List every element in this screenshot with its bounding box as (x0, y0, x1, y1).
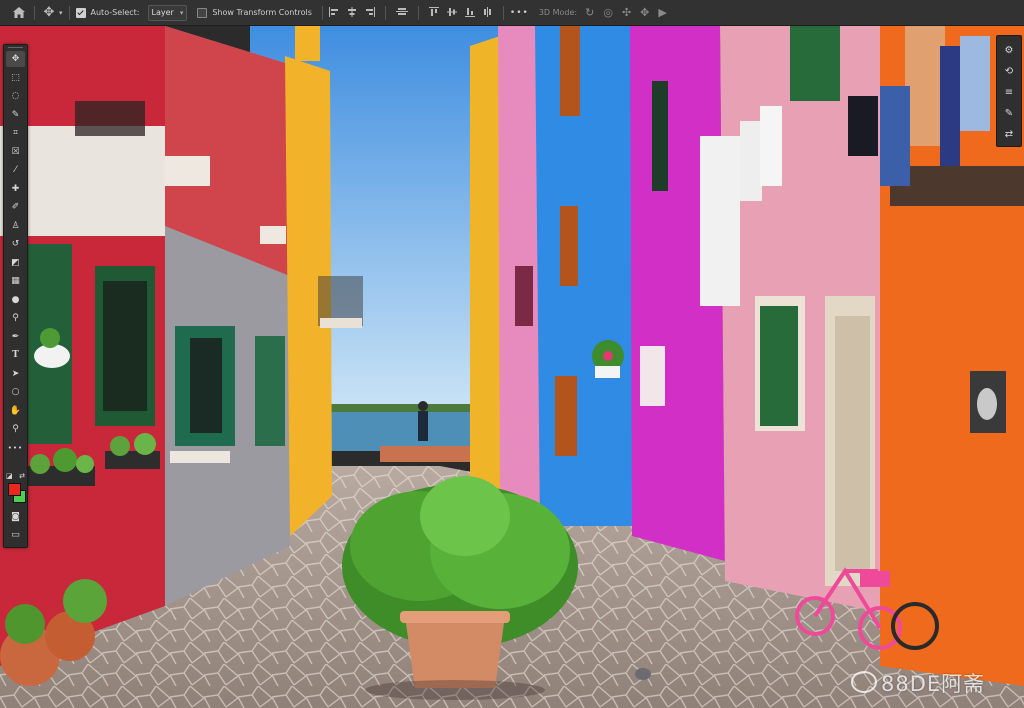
photoshop-window: ✥ ▾ Auto-Select: Layer ▾ Show Transform … (0, 0, 1024, 708)
adjustments-icon[interactable]: ⇄ (1000, 126, 1018, 142)
watermark: 88DE阿斋 (851, 668, 985, 698)
blur-tool[interactable]: ● (6, 292, 25, 308)
move-tool[interactable]: ✥ (6, 51, 25, 67)
3d-roll-icon[interactable]: ◎ (603, 6, 613, 19)
move-tool-icon[interactable]: ✥ (41, 5, 57, 20)
align-center-h-icon[interactable] (347, 6, 357, 19)
document-canvas[interactable] (0, 26, 1024, 708)
properties-icon[interactable]: ⚙ (1000, 42, 1018, 58)
ellipse-tool[interactable]: ○ (6, 384, 25, 400)
lasso-tool[interactable]: ◌ (6, 88, 25, 104)
gradient-tool[interactable]: ▦ (6, 273, 25, 289)
3d-orbit-icon[interactable]: ↻ (585, 6, 594, 19)
auto-select-label: Auto-Select: (90, 8, 140, 17)
healing-brush-tool[interactable]: ✚ (6, 181, 25, 197)
street-photo (0, 26, 1024, 708)
align-left-icon[interactable] (328, 6, 339, 19)
foreground-color-swatch[interactable] (8, 483, 21, 496)
3d-pan-icon[interactable]: ✣ (622, 6, 631, 19)
history-icon[interactable]: ⟲ (1000, 63, 1018, 79)
dodge-tool[interactable]: ⚲ (6, 310, 25, 326)
quick-mask-icon[interactable]: ◙ (6, 509, 25, 525)
chevron-down-icon: ▾ (179, 8, 184, 17)
tools-panel: ◪ ⇄ ◙ ▭ ✥ ⬚ ◌ ✎ ⌗ ☒ ⁄ ✚ ✐ ♙ ↺ ◩ ▦ ● ⚲ ✒ T ➤ ○ ✋ ⚲ ••• (3, 44, 28, 548)
3d-mode-label: 3D Mode: (538, 8, 578, 17)
chevron-down-icon[interactable]: ▾ (59, 9, 63, 17)
path-select-tool[interactable]: ➤ (6, 366, 25, 382)
align-top-icon[interactable] (428, 6, 439, 19)
distribute-v-icon[interactable] (483, 6, 493, 19)
panel-dock: ⚙ ⟲ ≡ ✎ ⇄ (996, 35, 1022, 147)
watermark-text: 88DE阿斋 (881, 672, 986, 696)
eraser-tool[interactable]: ◩ (6, 255, 25, 271)
marquee-tool[interactable]: ⬚ (6, 70, 25, 86)
align-middle-v-icon[interactable] (446, 7, 457, 19)
brush-settings-icon[interactable]: ≡ (1000, 84, 1018, 100)
show-transform-label: Show Transform Controls (212, 8, 312, 17)
auto-select-target-dropdown[interactable]: Layer ▾ (147, 4, 188, 21)
align-right-icon[interactable] (365, 6, 375, 19)
align-buttons (328, 5, 493, 20)
hand-tool[interactable]: ✋ (6, 403, 25, 419)
history-brush-tool[interactable]: ↺ (6, 236, 25, 252)
auto-select-checkbox[interactable] (75, 7, 86, 18)
options-bar: ✥ ▾ Auto-Select: Layer ▾ Show Transform … (0, 0, 1024, 26)
type-tool[interactable]: T (6, 347, 25, 363)
quick-select-tool[interactable]: ✎ (6, 107, 25, 123)
show-transform-checkbox[interactable] (197, 7, 208, 18)
weibo-logo-icon (851, 671, 877, 693)
frame-tool[interactable]: ☒ (6, 144, 25, 160)
home-icon[interactable] (8, 7, 30, 18)
eyedropper-tool[interactable]: ⁄ (6, 162, 25, 178)
swap-colors-icon[interactable]: ⇄ (6, 468, 25, 484)
pen-tool[interactable]: ✒ (6, 329, 25, 345)
brush-tool[interactable]: ✐ (6, 199, 25, 215)
3d-scale-icon[interactable]: ▶ (658, 6, 666, 19)
3d-slide-icon[interactable]: ✥ (640, 6, 649, 19)
more-options-button[interactable]: ••• (510, 8, 529, 18)
align-bottom-icon[interactable] (464, 7, 475, 19)
crop-tool[interactable]: ⌗ (6, 125, 25, 141)
auto-select-target-value: Layer (151, 8, 174, 17)
zoom-tool[interactable]: ⚲ (6, 421, 25, 437)
clone-stamp-tool[interactable]: ♙ (6, 218, 25, 234)
edit-toolbar[interactable]: ••• (6, 440, 25, 456)
distribute-icon[interactable] (395, 7, 408, 19)
screen-mode-icon[interactable]: ▭ (6, 527, 25, 543)
brush-icon[interactable]: ✎ (1000, 105, 1018, 121)
